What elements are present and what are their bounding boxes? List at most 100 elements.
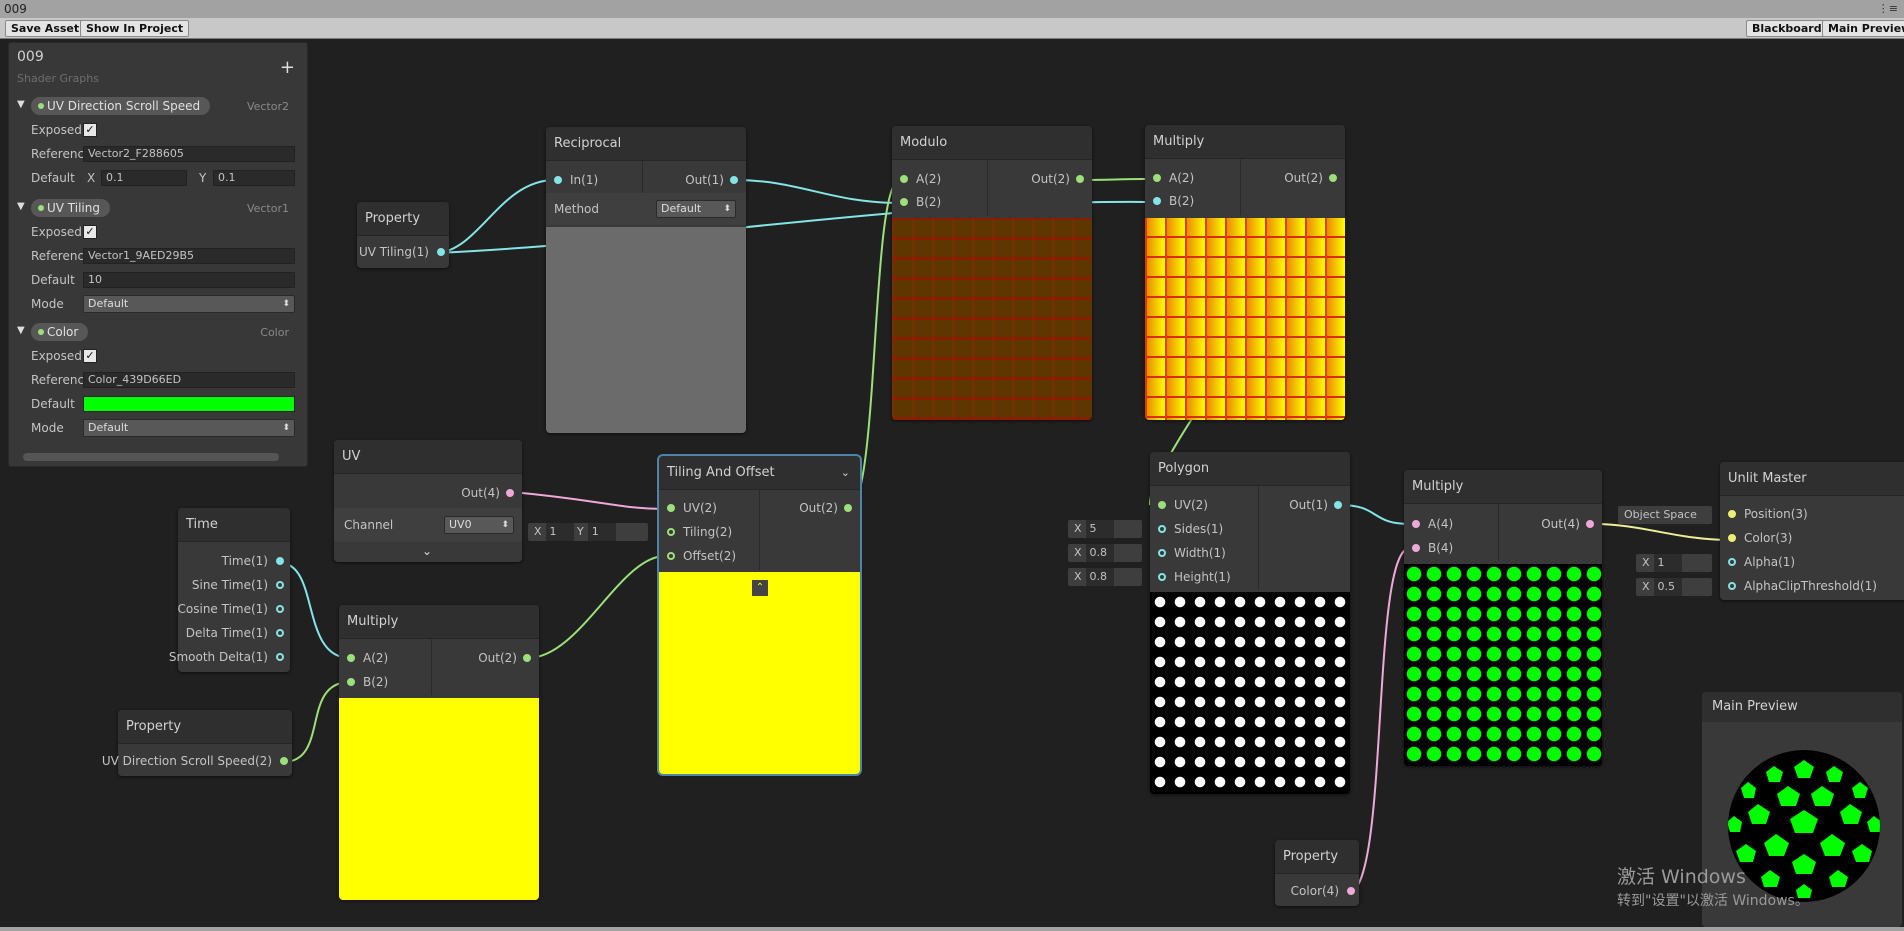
tiling-inline-field[interactable]: X1 Y1 (528, 523, 648, 541)
default-y-field[interactable]: 0.1 (213, 170, 295, 186)
node-multiply-top[interactable]: Multiply A(2) B(2) Out(2) (1145, 125, 1345, 420)
clip-value[interactable]: 0.5 (1653, 578, 1682, 596)
property-default-row: Default X 0.1 Y 0.1 (9, 167, 299, 189)
input-port[interactable] (1158, 549, 1166, 557)
output-port[interactable] (730, 176, 738, 184)
input-port[interactable] (667, 528, 675, 536)
output-port[interactable] (1586, 520, 1594, 528)
output-port[interactable] (506, 489, 514, 497)
exposed-checkbox[interactable]: ✓ (83, 349, 97, 363)
node-multiply-right[interactable]: Multiply A(4) B(4) Out(4) (1404, 470, 1602, 766)
alpha-value[interactable]: 1 (1653, 554, 1682, 572)
sides-value[interactable]: 5 (1085, 520, 1114, 538)
input-port[interactable] (1153, 174, 1161, 182)
input-port[interactable] (1158, 501, 1166, 509)
height-value[interactable]: 0.8 (1085, 568, 1114, 586)
input-port[interactable] (347, 654, 355, 662)
width-inline-field[interactable]: X 0.8 (1068, 544, 1142, 562)
output-port[interactable] (276, 629, 284, 637)
save-asset-button[interactable]: Save Asset (5, 20, 86, 37)
chevron-down-icon[interactable]: ▼ (17, 99, 25, 110)
sides-inline-field[interactable]: X5 (1068, 520, 1142, 538)
node-property-uv-tiling[interactable]: Property UV Tiling(1) (357, 202, 449, 268)
input-port[interactable] (1412, 544, 1420, 552)
default-color-swatch[interactable] (83, 396, 295, 412)
input-port[interactable] (347, 678, 355, 686)
expand-chevron-icon[interactable]: ⌄ (422, 544, 432, 558)
default-field[interactable]: 10 (83, 272, 295, 288)
property-pill[interactable]: Color (31, 323, 89, 341)
input-port[interactable] (1153, 197, 1161, 205)
add-property-button[interactable]: + (280, 57, 295, 78)
chevron-down-icon[interactable]: ▼ (17, 201, 25, 212)
input-port[interactable] (667, 504, 675, 512)
output-port[interactable] (844, 504, 852, 512)
input-port[interactable] (900, 175, 908, 183)
mode-dropdown[interactable]: Default ⬍ (83, 295, 295, 313)
height-inline-field[interactable]: X 0.8 (1068, 568, 1142, 586)
output-port[interactable] (1347, 887, 1355, 895)
input-port[interactable] (1728, 582, 1736, 590)
output-port[interactable] (437, 248, 445, 256)
output-port[interactable] (276, 557, 284, 565)
tiling-x-value[interactable]: 1 (545, 523, 574, 541)
node-modulo[interactable]: Modulo A(2) B(2) Out(2) (892, 126, 1092, 420)
mode-dropdown[interactable]: Default ⬍ (83, 419, 295, 437)
show-in-project-button[interactable]: Show In Project (80, 20, 190, 37)
property-row-uv-tiling[interactable]: ▼ UV Tiling Vector1 (9, 197, 299, 219)
input-port[interactable] (1728, 534, 1736, 542)
channel-dropdown[interactable]: UV0 ⬍ (444, 516, 514, 534)
input-port[interactable] (554, 176, 562, 184)
node-time[interactable]: Time Time(1) Sine Time(1) Cosine Time(1)… (169, 508, 290, 672)
exposed-checkbox[interactable]: ✓ (83, 123, 97, 137)
property-row-scroll-speed[interactable]: ▼ UV Direction Scroll Speed Vector2 (9, 95, 299, 117)
reference-field[interactable]: Color_439D66ED (83, 372, 295, 388)
node-reciprocal[interactable]: Reciprocal In(1) Out(1) Method Default ⬍ (546, 127, 746, 433)
divider (987, 160, 988, 216)
node-uv[interactable]: UV Out(4) Channel UV0 ⬍ ⌄ (334, 440, 522, 562)
output-port[interactable] (276, 581, 284, 589)
main-preview-toggle-button[interactable]: Main Preview (1822, 20, 1904, 37)
output-port[interactable] (1076, 175, 1084, 183)
input-port[interactable] (1158, 525, 1166, 533)
input-port[interactable] (1728, 510, 1736, 518)
node-property-color[interactable]: Property Color(4) (1275, 840, 1359, 906)
default-x-field[interactable]: 0.1 (101, 170, 187, 186)
horizontal-scrollbar[interactable] (23, 453, 279, 461)
property-pill[interactable]: UV Tiling (31, 199, 110, 217)
output-port[interactable] (1334, 501, 1342, 509)
method-dropdown[interactable]: Default ⬍ (656, 200, 736, 218)
blackboard-toggle-button[interactable]: Blackboard (1746, 20, 1828, 37)
reference-field[interactable]: Vector1_9AED29B5 (83, 248, 295, 264)
output-port[interactable] (523, 654, 531, 662)
clip-inline-field[interactable]: X 0.5 (1636, 578, 1712, 596)
input-port-label: A(2) (363, 651, 389, 665)
tiling-y-value[interactable]: 1 (587, 523, 616, 541)
property-row-color[interactable]: ▼ Color Color (9, 321, 299, 343)
collapse-chevron-icon[interactable]: ⌄ (841, 456, 850, 490)
input-port[interactable] (1158, 573, 1166, 581)
output-port[interactable] (1329, 174, 1337, 182)
node-tiling-and-offset[interactable]: Tiling And Offset ⌄ UV(2) Tiling(2) Offse… (657, 454, 862, 776)
width-value[interactable]: 0.8 (1085, 544, 1114, 562)
node-property-scroll-speed[interactable]: Property UV Direction Scroll Speed(2) (102, 710, 292, 776)
window-menu-icon[interactable]: ⋮≡ (1878, 2, 1898, 15)
input-port[interactable] (667, 552, 675, 560)
input-port[interactable] (1728, 558, 1736, 566)
input-port[interactable] (900, 198, 908, 206)
node-polygon[interactable]: Polygon UV(2) Sides(1) Width(1) Height(1… (1150, 452, 1350, 794)
position-space-field[interactable]: Object Space (1618, 506, 1712, 524)
property-pill[interactable]: UV Direction Scroll Speed (31, 97, 211, 115)
collapse-preview-icon[interactable]: ⌃ (752, 580, 768, 596)
alpha-inline-field[interactable]: X1 (1636, 554, 1712, 572)
output-port[interactable] (276, 605, 284, 613)
node-title: Tiling And Offset ⌄ (659, 456, 860, 490)
exposed-checkbox[interactable]: ✓ (83, 225, 97, 239)
chevron-down-icon[interactable]: ▼ (17, 325, 25, 336)
node-multiply-mid[interactable]: Multiply A(2) B(2) Out(2) (339, 605, 539, 900)
output-port[interactable] (280, 757, 288, 765)
reference-field[interactable]: Vector2_F288605 (83, 146, 295, 162)
output-port[interactable] (276, 653, 284, 661)
node-unlit-master[interactable]: Unlit Master Position(3) Color(3) Alpha(… (1720, 462, 1904, 600)
input-port[interactable] (1412, 520, 1420, 528)
